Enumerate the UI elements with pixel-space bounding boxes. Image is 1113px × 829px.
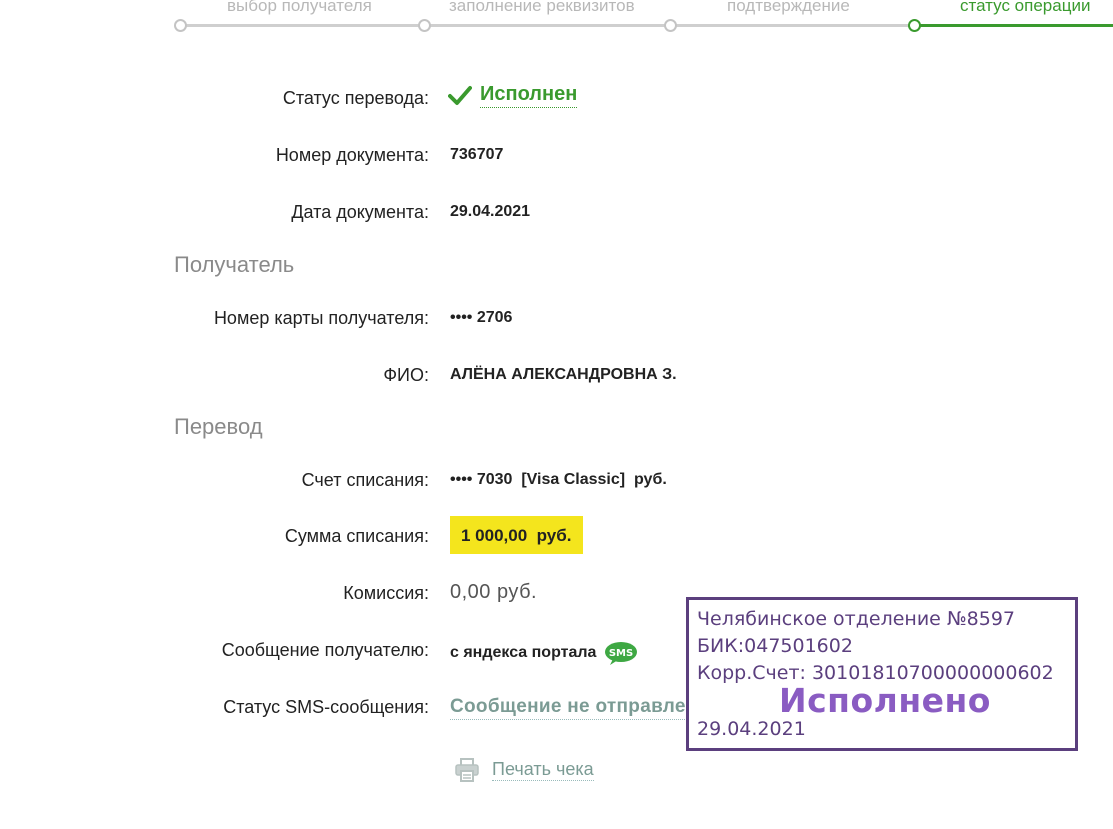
row-document-number: Номер документа: 736707 [0, 140, 1113, 170]
transfer-status-label: Статус перевода: [282, 88, 429, 108]
stamp-status: Исполнено [779, 681, 991, 720]
debit-amount-value: 1 000,00 руб. [450, 516, 584, 554]
stepper-track-active [915, 24, 1113, 27]
sms-icon: SMS [605, 642, 638, 665]
step-dot-1 [174, 19, 187, 32]
print-receipt-label: Печать чека [492, 759, 594, 781]
document-number-value: 736707 [450, 146, 504, 163]
stamp-date: 29.04.2021 [697, 718, 806, 740]
commission-value: 0,00 руб. [450, 581, 538, 603]
stepper-track [180, 24, 915, 27]
row-recipient-name: ФИО: АЛЁНА АЛЕКСАНДРОВНА З. [0, 360, 1113, 390]
document-date-value: 29.04.2021 [450, 203, 531, 220]
sms-status-value[interactable]: Сообщение не отправлено [450, 696, 710, 720]
section-title-recipient: Получатель [174, 252, 295, 277]
progress-stepper: выбор получателя заполнение реквизитов п… [0, 0, 1113, 40]
row-transfer-status: Статус перевода: Исполнен [0, 83, 1113, 113]
transfer-receipt-page: выбор получателя заполнение реквизитов п… [0, 0, 1113, 829]
bank-stamp: Челябинское отделение №8597 БИК:04750160… [686, 597, 1078, 751]
recipient-name-value: АЛЁНА АЛЕКСАНДРОВНА З. [450, 366, 677, 383]
stamp-branch: Челябинское отделение №8597 [697, 608, 1016, 630]
step-dot-4 [908, 19, 921, 32]
document-date-label: Дата документа: [291, 202, 429, 222]
sms-status-label: Статус SMS-сообщения: [223, 697, 429, 717]
recipient-message-label: Сообщение получателю: [221, 640, 429, 660]
printer-icon [455, 758, 479, 782]
recipient-name-label: ФИО: [383, 365, 429, 385]
debit-account-value: •••• 7030 [Visa Classic] руб. [450, 471, 667, 488]
row-debit-account: Счет списания: •••• 7030 [Visa Classic] … [0, 465, 1113, 495]
recipient-card-label: Номер карты получателя: [213, 308, 429, 328]
document-number-label: Номер документа: [275, 145, 429, 165]
commission-label: Комиссия: [343, 583, 429, 603]
step-dot-2 [418, 19, 431, 32]
step-dot-3 [664, 19, 677, 32]
row-document-date: Дата документа: 29.04.2021 [0, 197, 1113, 227]
recipient-message-value: с яндекса портала SMS [450, 641, 638, 665]
section-title-transfer: Перевод [174, 414, 263, 439]
debit-account-label: Счет списания: [301, 470, 429, 490]
check-icon [448, 85, 472, 105]
transfer-status-text: Исполнен [480, 83, 578, 108]
stamp-bik: БИК:047501602 [697, 635, 853, 657]
step-label-operation-status: статус операции [960, 0, 1091, 15]
print-receipt-link[interactable]: Печать чека [454, 758, 594, 782]
step-label-fill-details: заполнение реквизитов [449, 0, 635, 15]
row-recipient-card: Номер карты получателя: •••• 2706 [0, 303, 1113, 333]
step-label-select-recipient: выбор получателя [227, 0, 372, 15]
recipient-card-value: •••• 2706 [450, 309, 513, 326]
sms-icon-text: SMS [609, 648, 633, 659]
step-label-confirmation: подтверждение [727, 0, 850, 15]
row-debit-amount: Сумма списания: 1 000,00 руб. [0, 516, 1113, 554]
recipient-message-text: с яндекса портала [450, 644, 597, 661]
transfer-status-value[interactable]: Исполнен [448, 83, 578, 108]
debit-amount-label: Сумма списания: [284, 526, 429, 546]
